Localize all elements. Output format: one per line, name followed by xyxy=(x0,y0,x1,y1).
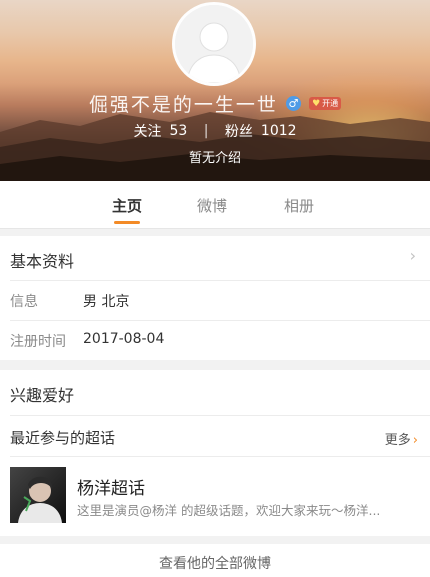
info-value: 男 北京 xyxy=(83,294,130,310)
view-all-weibo-button[interactable]: 查看他的全部微博 xyxy=(0,553,430,573)
profile-tabs: 主页 微博 相册 xyxy=(0,181,430,229)
default-avatar-icon xyxy=(175,5,253,83)
tab-weibo[interactable]: 微博 xyxy=(197,195,227,216)
supertopic-title: 杨洋超话 xyxy=(77,479,145,499)
basic-info-card: 基本资料 › 信息 男 北京 注册时间 2017-08-04 xyxy=(0,236,430,360)
tab-home[interactable]: 主页 xyxy=(112,195,142,216)
following-link[interactable]: 关注 53 xyxy=(133,123,191,140)
register-row: 注册时间 2017-08-04 xyxy=(0,320,430,360)
info-label: 信息 xyxy=(10,294,38,310)
following-count: 53 xyxy=(169,123,188,139)
info-row: 信息 男 北京 xyxy=(0,280,430,320)
chevron-right-icon: › xyxy=(409,246,416,265)
basic-info-header[interactable]: 基本资料 › xyxy=(0,236,430,280)
male-icon: ♂ xyxy=(285,96,301,111)
username-row: 倔强不是的一生一世 ♂ ♥ 开通 xyxy=(0,90,430,117)
more-button[interactable]: 更多 › xyxy=(385,429,418,448)
supertopic-description: 这里是演员@杨洋 的超级话题，欢迎大家来玩～杨洋... xyxy=(77,503,381,518)
profile-header: 倔强不是的一生一世 ♂ ♥ 开通 关注 53 | 粉丝 1012 暂无介绍 xyxy=(0,0,430,181)
active-tab-indicator xyxy=(114,221,140,224)
heart-icon: ♥ xyxy=(312,98,321,109)
supertopic-thumbnail xyxy=(10,467,66,523)
fans-label: 粉丝 xyxy=(224,124,253,140)
chevron-right-icon: › xyxy=(412,433,418,448)
vip-badge[interactable]: ♥ 开通 xyxy=(309,97,342,110)
supertopic-image xyxy=(10,467,66,523)
fans-link[interactable]: 粉丝 1012 xyxy=(224,123,297,140)
basic-info-title: 基本资料 xyxy=(10,252,75,271)
register-label: 注册时间 xyxy=(10,334,66,350)
bio: 暂无介绍 xyxy=(188,151,241,166)
vip-label: 开通 xyxy=(322,99,339,108)
tab-album[interactable]: 相册 xyxy=(284,195,314,216)
divider xyxy=(10,456,430,457)
stats-separator: | xyxy=(203,123,209,139)
interests-title: 兴趣爱好 xyxy=(10,386,75,405)
avatar[interactable] xyxy=(172,2,256,86)
fans-count: 1012 xyxy=(260,123,297,139)
follow-stats: 关注 53 | 粉丝 1012 xyxy=(0,121,430,141)
register-date: 2017-08-04 xyxy=(83,331,165,347)
more-label: 更多 xyxy=(384,433,411,448)
recent-supertopics-row[interactable]: 最近参与的超话 xyxy=(0,416,430,456)
recent-supertopics-label: 最近参与的超话 xyxy=(10,429,116,447)
following-label: 关注 xyxy=(133,124,162,140)
username: 倔强不是的一生一世 xyxy=(88,94,278,116)
